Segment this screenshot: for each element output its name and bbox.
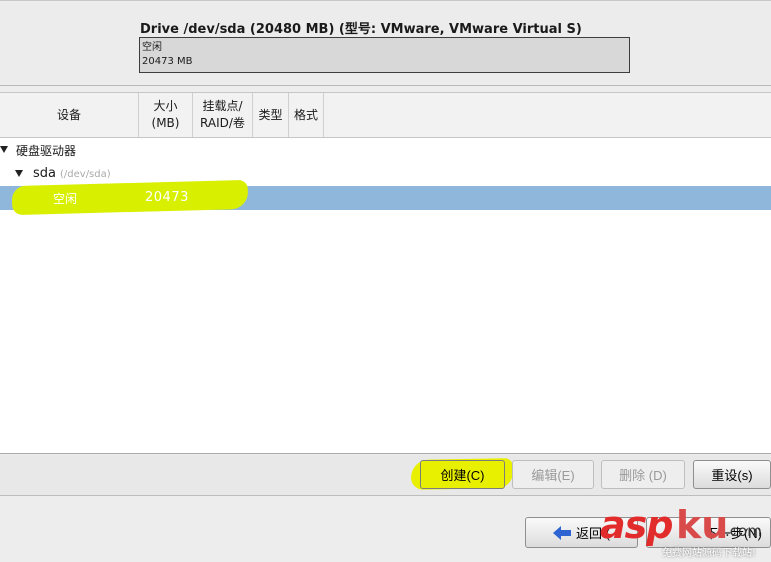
create-button[interactable]: 创建(C) <box>420 460 505 489</box>
column-size[interactable]: 大小 (MB) <box>139 93 193 137</box>
disk-path: (/dev/sda) <box>60 169 111 180</box>
column-type[interactable]: 类型 <box>253 93 289 137</box>
drive-bar-size: 20473 MB <box>142 56 193 67</box>
drive-bar-label: 空闲 <box>142 42 162 53</box>
column-format[interactable]: 格式 <box>289 93 324 137</box>
column-device[interactable]: 设备 <box>0 93 139 137</box>
expand-arrow-icon[interactable] <box>0 146 8 153</box>
edit-button[interactable]: 编辑(E) <box>512 460 594 489</box>
back-arrow-icon <box>553 525 572 540</box>
expand-arrow-icon[interactable] <box>15 170 23 177</box>
hard-drives-label: 硬盘驱动器 <box>16 144 77 158</box>
disk-name: sda <box>33 166 56 181</box>
tree-header: 设备 大小 (MB) 挂载点/ RAID/卷 类型 格式 <box>0 93 771 138</box>
reset-button[interactable]: 重设(s) <box>693 460 771 489</box>
partition-tree[interactable]: 设备 大小 (MB) 挂载点/ RAID/卷 类型 格式 硬盘驱动器 sda (/… <box>0 92 771 454</box>
column-mount-point[interactable]: 挂载点/ RAID/卷 <box>193 93 253 137</box>
tree-row-free-space[interactable]: 空闲 20473 <box>0 179 771 216</box>
yellow-highlight-mark <box>11 179 249 216</box>
free-space-label: 空闲 <box>53 192 78 206</box>
drive-title: Drive /dev/sda (20480 MB) (型号: VMware, V… <box>140 22 582 37</box>
tree-row-hard-drives[interactable]: 硬盘驱动器 <box>0 138 771 162</box>
free-space-size: 20473 <box>145 190 189 205</box>
drive-summary-panel: Drive /dev/sda (20480 MB) (型号: VMware, V… <box>0 0 771 86</box>
drive-space-bar: 空闲 20473 MB <box>139 37 630 73</box>
delete-button[interactable]: 删除 (D) <box>601 460 685 489</box>
asp-ku-watermark: asp ku .com 免费网站源码下载站! <box>600 503 762 559</box>
